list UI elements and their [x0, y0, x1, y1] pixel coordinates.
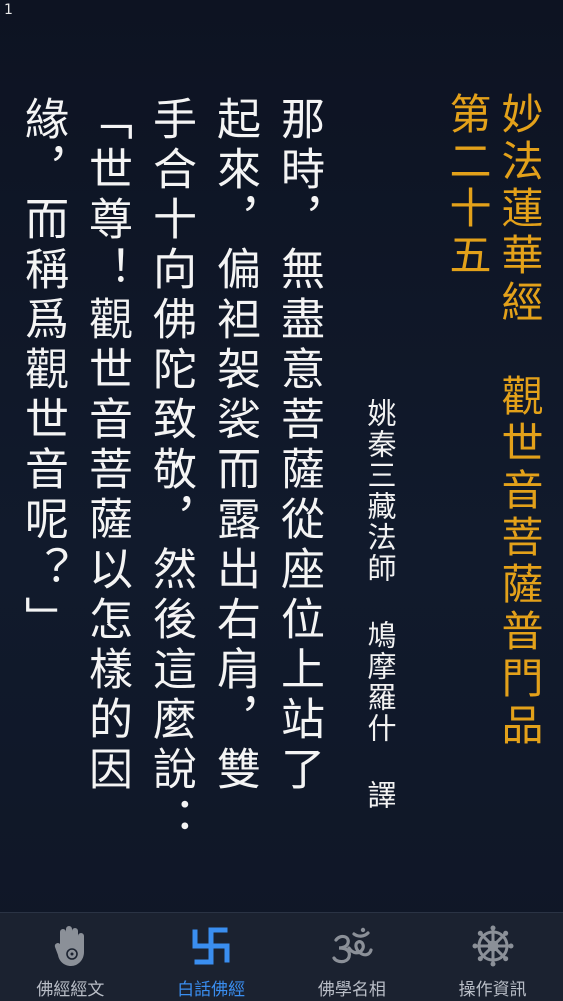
tab-sutra-text[interactable]: 佛經經文 [0, 913, 141, 1001]
swastika-icon [188, 923, 234, 969]
text-column-5: 緣，而稱爲觀世音呢？」 [17, 96, 68, 646]
tab-label: 白話佛經 [177, 980, 246, 1000]
sutra-text-area: 妙法蓮華經 觀世音菩薩普門品 第二十五 姚秦三藏法師 鳩摩羅什 譯 那時，無盡意… [0, 0, 563, 912]
tab-vernacular-sutra[interactable]: 白話佛經 [141, 913, 282, 1001]
om-icon [329, 923, 375, 969]
tab-label: 操作資訊 [458, 980, 527, 1000]
tab-label: 佛經經文 [36, 980, 105, 1000]
translator-credit: 姚秦三藏法師 鳩摩羅什 譯 [363, 398, 397, 811]
tab-operation-info[interactable]: 操作資訊 [422, 913, 563, 1001]
text-column-2: 起來，偏袒袈裟而露出右肩，雙 [209, 96, 260, 796]
tab-buddhist-terms[interactable]: 佛學名相 [282, 913, 423, 1001]
dharma-wheel-icon [470, 923, 516, 969]
text-column-3: 手合十向佛陀致敬，然後這麼說： [145, 96, 196, 846]
hand-icon [47, 923, 93, 969]
tab-label: 佛學名相 [317, 980, 386, 1000]
bottom-tab-bar: 佛經經文 白話佛經 佛學名相 操作資訊 [0, 912, 563, 1001]
chapter-number: 第二十五 [443, 92, 492, 280]
chapter-title: 妙法蓮華經 觀世音菩薩普門品 [495, 92, 544, 750]
text-column-4: 「世尊！觀世音菩薩以怎樣的因 [81, 96, 132, 796]
text-column-1: 那時，無盡意菩薩從座位上站了 [273, 96, 324, 796]
